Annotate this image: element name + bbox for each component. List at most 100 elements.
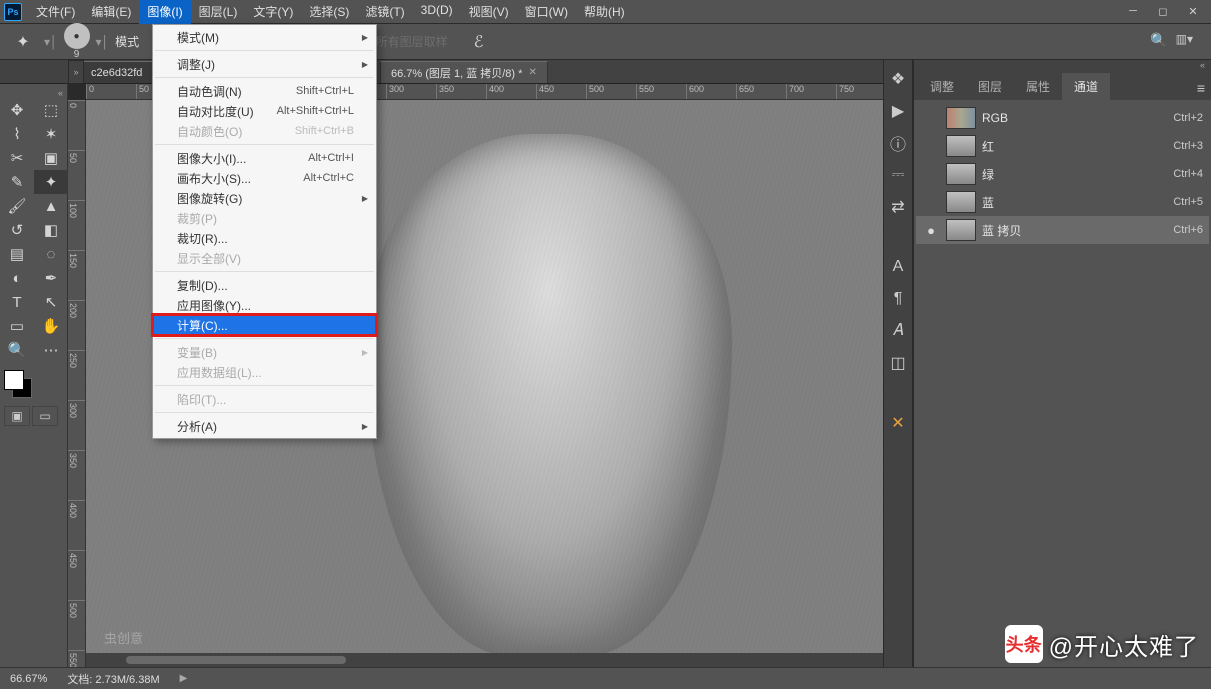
- channel-thumb: [946, 107, 976, 129]
- menu-item-计算[interactable]: 计算(C)...: [153, 315, 376, 335]
- tool-edit-toolbar[interactable]: ⋯: [34, 338, 68, 362]
- tool-healing[interactable]: ✦: [34, 170, 68, 194]
- menu-item-自动色调[interactable]: 自动色调(N)Shift+Ctrl+L: [153, 81, 376, 101]
- menu-item-复制[interactable]: 复制(D)...: [153, 275, 376, 295]
- maximize-button[interactable]: ◻: [1149, 2, 1177, 20]
- tool-type[interactable]: T: [0, 290, 34, 314]
- menu-图层[interactable]: 图层(L): [191, 0, 246, 24]
- panel-menu-icon[interactable]: ≡: [1197, 80, 1205, 96]
- doc-size[interactable]: 文档: 2.73M/6.38M: [67, 671, 159, 687]
- minimize-button[interactable]: ─: [1119, 2, 1147, 20]
- tool-hand[interactable]: ✋: [34, 314, 68, 338]
- dock-icon-0[interactable]: ❖: [887, 68, 909, 90]
- panel-tab-属性[interactable]: 属性: [1014, 73, 1062, 100]
- menu-图像[interactable]: 图像(I): [139, 0, 190, 24]
- brush-preview[interactable]: ●: [64, 23, 90, 49]
- tool-history[interactable]: ↺: [0, 218, 34, 242]
- menu-滤镜[interactable]: 滤镜(T): [357, 0, 412, 24]
- tool-stamp[interactable]: ▲: [34, 194, 68, 218]
- channel-row-红[interactable]: 红Ctrl+3: [916, 132, 1209, 160]
- channel-row-RGB[interactable]: RGBCtrl+2: [916, 104, 1209, 132]
- channel-name: 蓝 拷贝: [982, 222, 1167, 239]
- menu-文字[interactable]: 文字(Y): [245, 0, 301, 24]
- menu-编辑[interactable]: 编辑(E): [83, 0, 139, 24]
- ruler-vertical: 0501001502002503003504004505005506006507…: [68, 100, 86, 667]
- tool-move[interactable]: ✥: [0, 98, 34, 122]
- dock-icon-2[interactable]: ⓘ: [887, 132, 909, 154]
- menu-帮助[interactable]: 帮助(H): [576, 0, 633, 24]
- document-tab-1[interactable]: 66.7% (图层 1, 蓝 拷贝/8) * ✕: [380, 61, 548, 83]
- screenmode-icon[interactable]: ▭: [32, 406, 58, 426]
- fg-color-swatch[interactable]: [4, 370, 24, 390]
- quickmask-icon[interactable]: ▣: [4, 406, 30, 426]
- panel-tab-调整[interactable]: 调整: [918, 73, 966, 100]
- channels-list: RGBCtrl+2红Ctrl+3绿Ctrl+4蓝Ctrl+5●蓝 拷贝Ctrl+…: [914, 100, 1211, 248]
- tool-crop[interactable]: ✂: [0, 146, 34, 170]
- current-tool-icon[interactable]: ✦: [8, 27, 38, 57]
- menu-3D[interactable]: 3D(D): [413, 0, 461, 24]
- panel-collapse-icon[interactable]: «: [914, 60, 1211, 74]
- menu-窗口[interactable]: 窗口(W): [517, 0, 576, 24]
- tool-shape[interactable]: ▭: [0, 314, 34, 338]
- status-bar: 66.67% 文档: 2.73M/6.38M ▶: [0, 667, 1211, 689]
- panel-tab-通道[interactable]: 通道: [1062, 73, 1110, 100]
- canvas-scrollbar-h[interactable]: [86, 653, 883, 667]
- tool-pen[interactable]: ✒: [34, 266, 68, 290]
- search-icon[interactable]: 🔍: [1150, 32, 1167, 49]
- dock-icon-1[interactable]: ▶: [887, 100, 909, 122]
- dock-icon-11[interactable]: ✕: [887, 412, 909, 434]
- left-panel-collapse[interactable]: »: [68, 60, 84, 84]
- panel-tab-图层[interactable]: 图层: [966, 73, 1014, 100]
- tool-marquee[interactable]: ⬚: [34, 98, 68, 122]
- dock-icon-4[interactable]: ⇄: [887, 196, 909, 218]
- dock-icon-8[interactable]: 𝐴: [887, 320, 909, 342]
- menu-item-模式[interactable]: 模式(M): [153, 27, 376, 47]
- tool-lasso[interactable]: ⌇: [0, 122, 34, 146]
- workspace-switcher[interactable]: ▥▾: [1176, 32, 1193, 49]
- close-button[interactable]: ✕: [1179, 2, 1207, 20]
- menu-item-应用数据组: 应用数据组(L)...: [153, 362, 376, 382]
- menu-文件[interactable]: 文件(F): [28, 0, 83, 24]
- menu-item-图像大小[interactable]: 图像大小(I)...Alt+Ctrl+I: [153, 148, 376, 168]
- tool-brush[interactable]: 🖌: [0, 194, 34, 218]
- color-swatches[interactable]: [4, 370, 32, 398]
- opt-pressure-icon[interactable]: ℰ: [464, 27, 494, 57]
- menubar: Ps 文件(F)编辑(E)图像(I)图层(L)文字(Y)选择(S)滤镜(T)3D…: [0, 0, 1211, 24]
- tool-blur[interactable]: ◌: [34, 242, 68, 266]
- zoom-level[interactable]: 66.67%: [10, 673, 47, 685]
- tab-close-icon[interactable]: ✕: [528, 67, 536, 78]
- menu-item-自动对比度[interactable]: 自动对比度(U)Alt+Shift+Ctrl+L: [153, 101, 376, 121]
- menu-item-裁切[interactable]: 裁切(R)...: [153, 228, 376, 248]
- tool-zoom[interactable]: 🔍: [0, 338, 34, 362]
- status-flyout-icon[interactable]: ▶: [180, 673, 188, 684]
- image-watermark: 虫创意: [104, 628, 143, 647]
- menu-item-画布大小[interactable]: 画布大小(S)...Alt+Ctrl+C: [153, 168, 376, 188]
- channel-row-绿[interactable]: 绿Ctrl+4: [916, 160, 1209, 188]
- tool-eyedropper[interactable]: ✎: [0, 170, 34, 194]
- dock-icon-3[interactable]: ⎓: [887, 164, 909, 186]
- dock-icon-6[interactable]: A: [887, 256, 909, 278]
- menu-item-应用图像[interactable]: 应用图像(Y)...: [153, 295, 376, 315]
- menu-选择[interactable]: 选择(S): [301, 0, 357, 24]
- tool-eraser[interactable]: ◧: [34, 218, 68, 242]
- tool-path[interactable]: ↖: [34, 290, 68, 314]
- document-tab-0[interactable]: c2e6d32fd: [80, 61, 153, 83]
- tool-gradient[interactable]: ▤: [0, 242, 34, 266]
- menu-item-分析[interactable]: 分析(A): [153, 416, 376, 436]
- channel-row-蓝[interactable]: 蓝Ctrl+5: [916, 188, 1209, 216]
- dock-icon-7[interactable]: ¶: [887, 288, 909, 310]
- right-panel: « 调整图层属性通道 ≡ RGBCtrl+2红Ctrl+3绿Ctrl+4蓝Ctr…: [913, 60, 1211, 689]
- tool-quickselect[interactable]: ✶: [34, 122, 68, 146]
- visibility-icon[interactable]: ●: [922, 223, 940, 238]
- tool-frame[interactable]: ▣: [34, 146, 68, 170]
- menu-item-变量: 变量(B): [153, 342, 376, 362]
- channel-row-蓝 拷贝[interactable]: ●蓝 拷贝Ctrl+6: [916, 216, 1209, 244]
- dock-icon-9[interactable]: ◫: [887, 352, 909, 374]
- menu-item-图像旋转[interactable]: 图像旋转(G): [153, 188, 376, 208]
- menu-item-调整[interactable]: 调整(J): [153, 54, 376, 74]
- tool-dodge[interactable]: ◐: [0, 266, 34, 290]
- channel-name: 绿: [982, 166, 1167, 183]
- document-tab-1-title: 66.7% (图层 1, 蓝 拷贝/8) *: [391, 65, 522, 81]
- document-tab-0-title: c2e6d32fd: [91, 67, 142, 79]
- menu-视图[interactable]: 视图(V): [461, 0, 517, 24]
